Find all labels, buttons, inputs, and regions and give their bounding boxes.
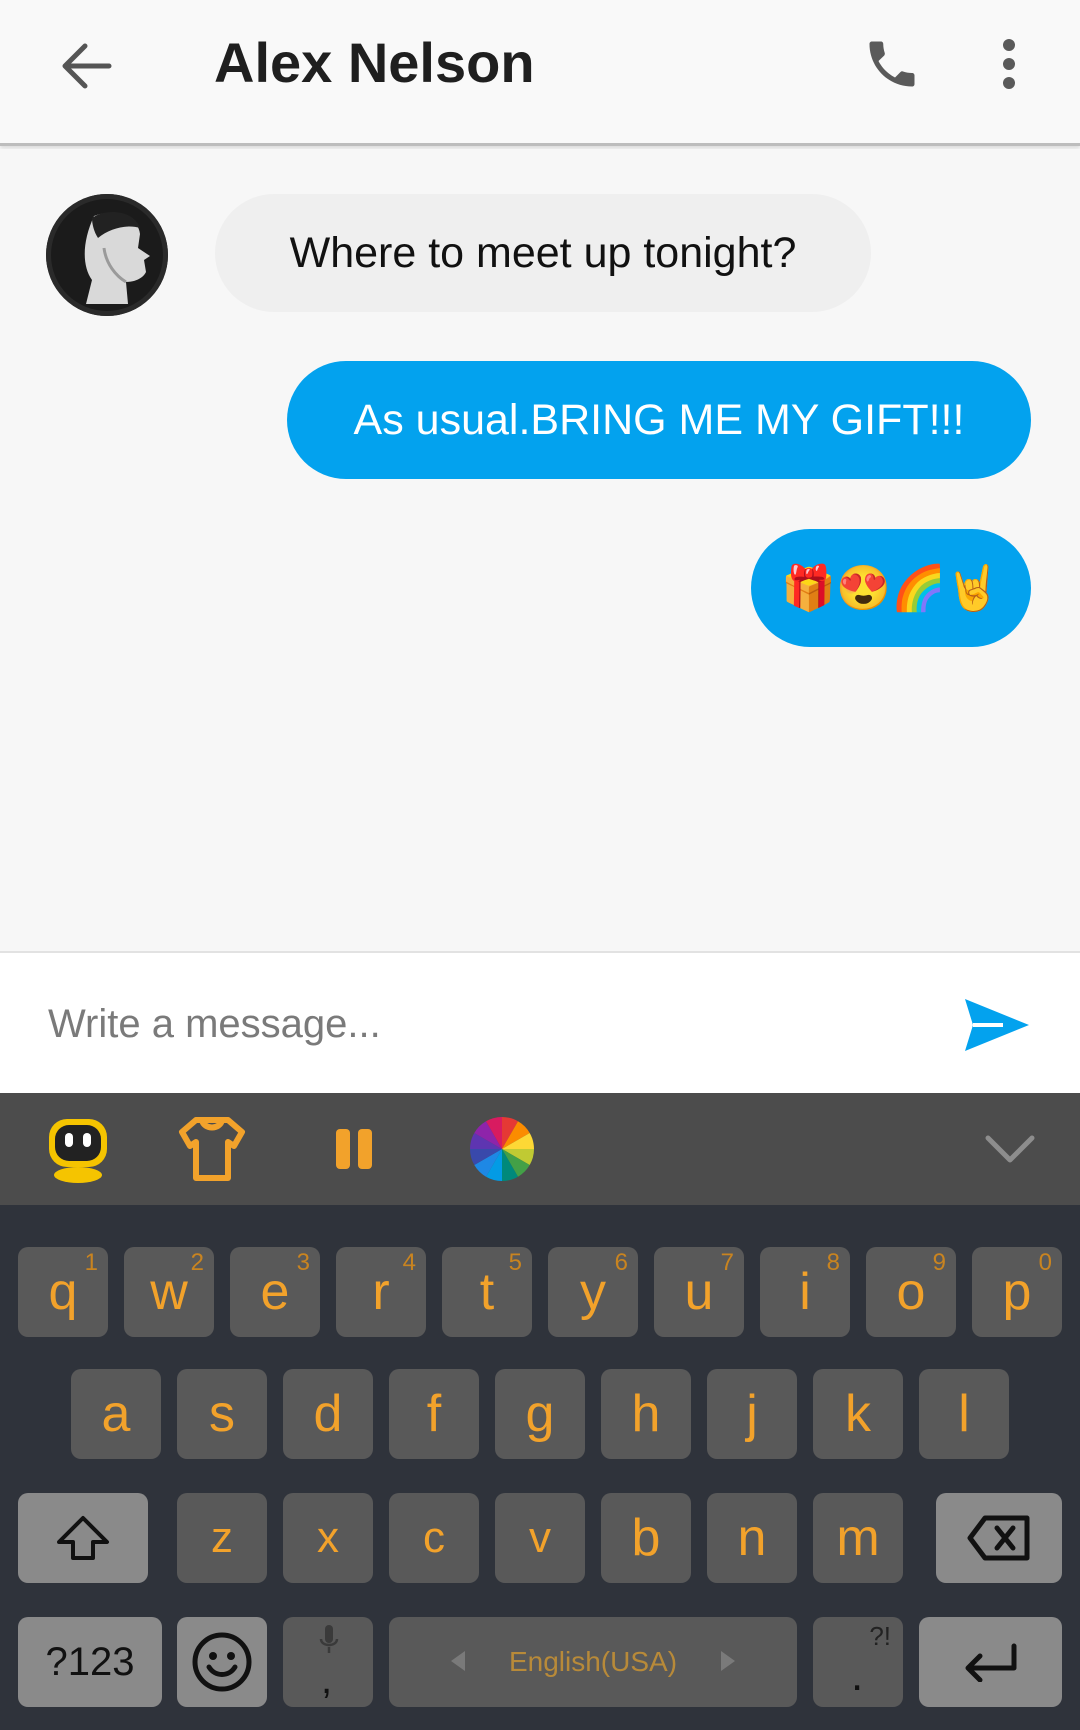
- space-language-label: English(USA): [508, 1646, 678, 1677]
- backspace-icon: [967, 1515, 1030, 1561]
- contact-avatar[interactable]: [46, 194, 168, 316]
- key-v[interactable]: v: [495, 1493, 585, 1583]
- period-label: .: [851, 1651, 864, 1700]
- enter-arrow-icon: [965, 1643, 1016, 1682]
- message-input[interactable]: [48, 989, 928, 1059]
- key-p[interactable]: p0: [972, 1247, 1062, 1337]
- key-n[interactable]: n: [707, 1493, 797, 1583]
- outgoing-message[interactable]: As usual.BRING ME MY GIFT!!!: [287, 361, 1031, 479]
- send-icon[interactable]: [958, 989, 1036, 1061]
- key-c[interactable]: c: [389, 1493, 479, 1583]
- shift-arrow-icon: [57, 1516, 109, 1560]
- color-wheel-icon[interactable]: [466, 1113, 538, 1185]
- key-o[interactable]: o9: [866, 1247, 956, 1337]
- comma-label: ,: [321, 1658, 333, 1702]
- key-x[interactable]: x: [283, 1493, 373, 1583]
- key-e[interactable]: e3: [230, 1247, 320, 1337]
- key-f[interactable]: f: [389, 1369, 479, 1459]
- space-key[interactable]: English(USA): [389, 1617, 797, 1707]
- message-list[interactable]: Where to meet up tonight? As usual.BRING…: [0, 149, 1080, 949]
- more-options-icon[interactable]: [985, 28, 1033, 100]
- key-w[interactable]: w2: [124, 1247, 214, 1337]
- key-k[interactable]: k: [813, 1369, 903, 1459]
- key-m[interactable]: m: [813, 1493, 903, 1583]
- key-g[interactable]: g: [495, 1369, 585, 1459]
- pause-icon[interactable]: [318, 1113, 390, 1185]
- shift-key[interactable]: [18, 1493, 148, 1583]
- keyboard-toolbar: [0, 1093, 1080, 1205]
- comma-key[interactable]: ,: [283, 1617, 373, 1707]
- backspace-key[interactable]: [936, 1493, 1062, 1583]
- chat-screen: Alex Nelson Where to meet up tonight? As…: [0, 0, 1080, 1730]
- key-r[interactable]: r4: [336, 1247, 426, 1337]
- key-u[interactable]: u7: [654, 1247, 744, 1337]
- key-b[interactable]: b: [601, 1493, 691, 1583]
- emoji-key[interactable]: [177, 1617, 267, 1707]
- theme-shirt-icon[interactable]: [176, 1113, 248, 1185]
- soft-keyboard: q1 w2 e3 r4 t5 y6 u7 i8 o9 p0 a s d f g …: [0, 1205, 1080, 1730]
- composer-bar: [0, 951, 1080, 1093]
- phone-icon[interactable]: [856, 28, 928, 100]
- key-j[interactable]: j: [707, 1369, 797, 1459]
- key-s[interactable]: s: [177, 1369, 267, 1459]
- key-a[interactable]: a: [71, 1369, 161, 1459]
- enter-key[interactable]: [919, 1617, 1062, 1707]
- outgoing-emoji-message[interactable]: 🎁😍🌈🤘: [751, 529, 1031, 647]
- contact-name: Alex Nelson: [214, 31, 535, 94]
- app-header: Alex Nelson: [0, 0, 1080, 146]
- key-d[interactable]: d: [283, 1369, 373, 1459]
- microphone-icon: [319, 1625, 339, 1653]
- robot-assistant-icon[interactable]: [42, 1113, 114, 1185]
- key-z[interactable]: z: [177, 1493, 267, 1583]
- smiley-icon: [192, 1632, 252, 1692]
- language-prev-icon: [451, 1651, 465, 1671]
- incoming-message[interactable]: Where to meet up tonight?: [215, 194, 871, 312]
- symbols-key[interactable]: ?123: [18, 1617, 162, 1707]
- key-h[interactable]: h: [601, 1369, 691, 1459]
- chevron-down-icon[interactable]: [974, 1113, 1046, 1185]
- language-next-icon: [721, 1651, 735, 1671]
- back-arrow-icon[interactable]: [50, 30, 122, 102]
- period-hint: ?!: [869, 1621, 891, 1651]
- key-y[interactable]: y6: [548, 1247, 638, 1337]
- key-t[interactable]: t5: [442, 1247, 532, 1337]
- key-q[interactable]: q1: [18, 1247, 108, 1337]
- key-i[interactable]: i8: [760, 1247, 850, 1337]
- key-l[interactable]: l: [919, 1369, 1009, 1459]
- period-key[interactable]: ?! .: [813, 1617, 903, 1707]
